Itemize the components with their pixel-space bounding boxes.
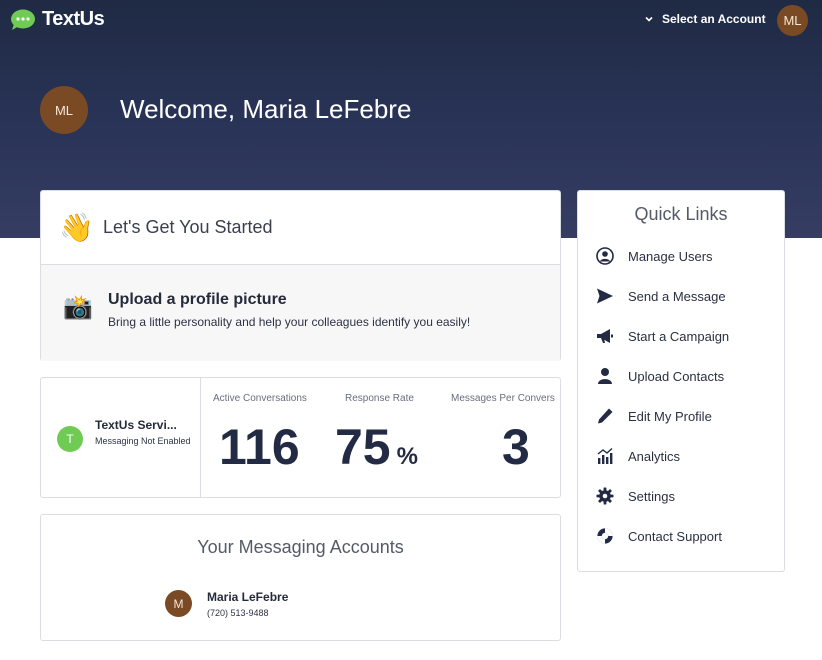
paper-plane-icon: [597, 288, 613, 304]
gear-icon: [596, 487, 614, 505]
quick-link-label: Contact Support: [628, 528, 722, 544]
account-avatar: T: [57, 426, 83, 452]
stat-active-conversations: Active Conversations 116: [213, 378, 333, 497]
task-title: Upload a profile picture: [108, 291, 287, 308]
account-name: TextUs Servi...: [95, 418, 177, 432]
quick-link-analytics[interactable]: Analytics: [578, 436, 784, 476]
quick-link-contact-support[interactable]: Contact Support: [578, 516, 784, 556]
account-status: Messaging Not Enabled: [95, 436, 191, 446]
stat-value: 3: [502, 419, 530, 475]
quick-link-settings[interactable]: Settings: [578, 476, 784, 516]
quick-link-upload-contacts[interactable]: Upload Contacts: [578, 356, 784, 396]
megaphone-icon: [597, 329, 613, 343]
chat-bubble-icon: [11, 9, 35, 30]
user-icon: [598, 368, 612, 384]
getting-started-card: 👋 Let's Get You Started 📸 Upload a profi…: [40, 190, 561, 361]
account-selector-label: Select an Account: [662, 12, 766, 26]
stat-label: Response Rate: [345, 393, 414, 404]
quick-links-list: Manage Users Send a Message Start a Camp…: [578, 236, 784, 556]
stat-messages-per-conversation: Messages Per Convers 3: [451, 378, 560, 497]
task-description: Bring a little personality and help your…: [108, 315, 471, 329]
getting-started-header: 👋 Let's Get You Started: [41, 191, 560, 265]
stat-label: Messages Per Convers: [451, 393, 555, 404]
quick-link-manage-users[interactable]: Manage Users: [578, 236, 784, 276]
user-circle-icon: [596, 247, 614, 265]
chevron-down-icon: [645, 16, 653, 22]
support-icon: [597, 528, 613, 544]
page-title: Welcome, Maria LeFebre: [120, 94, 412, 124]
analytics-icon: [597, 447, 613, 464]
user-avatar[interactable]: ML: [777, 5, 808, 36]
account-phone: (720) 513-9488: [207, 608, 269, 618]
messaging-accounts-title: Your Messaging Accounts: [197, 537, 404, 557]
quick-link-edit-profile[interactable]: Edit My Profile: [578, 396, 784, 436]
top-bar: TextUs Select an Account ML: [0, 0, 822, 40]
quick-link-label: Manage Users: [628, 248, 713, 264]
quick-link-label: Edit My Profile: [628, 408, 712, 424]
quick-link-label: Upload Contacts: [628, 368, 725, 384]
welcome-avatar: ML: [40, 86, 88, 134]
textus-logo[interactable]: TextUs: [10, 8, 105, 31]
stats-card: T TextUs Servi... Messaging Not Enabled …: [40, 377, 561, 498]
quick-link-label: Send a Message: [628, 288, 726, 304]
account-name[interactable]: Maria LeFebre: [207, 590, 288, 604]
quick-links-title: Quick Links: [634, 204, 728, 224]
quick-link-label: Analytics: [628, 448, 681, 464]
logo-text: TextUs: [42, 8, 105, 30]
stat-response-rate: Response Rate 75%: [335, 378, 445, 497]
quick-link-start-campaign[interactable]: Start a Campaign: [578, 316, 784, 356]
quick-link-label: Settings: [628, 488, 675, 504]
account-selector[interactable]: Select an Account: [644, 12, 766, 26]
pencil-icon: [598, 408, 613, 424]
stat-value: 116: [219, 419, 300, 475]
quick-links-card: Quick Links Manage Users Send a Message …: [577, 190, 785, 572]
camera-icon: 📸: [63, 294, 93, 321]
quick-link-send-message[interactable]: Send a Message: [578, 276, 784, 316]
stats-account[interactable]: T TextUs Servi... Messaging Not Enabled: [41, 378, 201, 497]
account-avatar: M: [165, 590, 192, 617]
quick-link-label: Start a Campaign: [628, 328, 730, 344]
stat-value: 75%: [335, 419, 418, 475]
waving-hand-icon: 👋: [59, 212, 94, 243]
upload-picture-task[interactable]: 📸 Upload a profile picture Bring a littl…: [41, 265, 560, 361]
getting-started-title: Let's Get You Started: [103, 217, 273, 237]
messaging-accounts-card: Your Messaging Accounts M Maria LeFebre …: [40, 514, 561, 641]
stat-label: Active Conversations: [213, 393, 307, 404]
